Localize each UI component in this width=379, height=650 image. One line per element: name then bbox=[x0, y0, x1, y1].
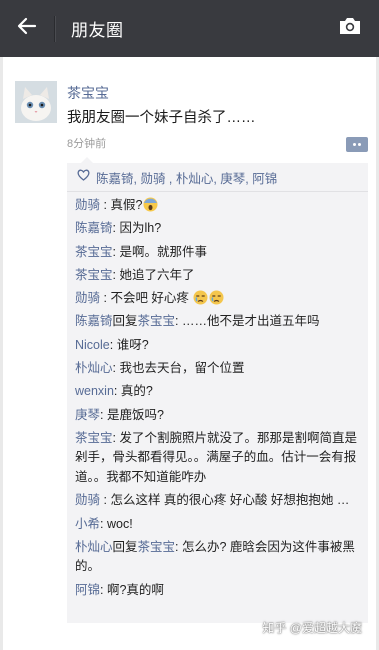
comment-separator: : bbox=[100, 582, 107, 597]
comment-separator: : bbox=[109, 337, 117, 352]
comment-item[interactable]: wenxin: 真的? bbox=[75, 382, 360, 402]
comment-author[interactable]: 庚琴 bbox=[75, 408, 100, 422]
comment-text: 不会吧 好心疼 bbox=[110, 291, 193, 306]
comment-item[interactable]: 茶宝宝: 是啊。就那件事 bbox=[75, 243, 360, 263]
comment-item[interactable]: 朴灿心: 我也去天台，留个位置 bbox=[75, 359, 360, 379]
reply-label: 回复 bbox=[112, 539, 138, 554]
comment-item[interactable]: 庚琴: 是鹿饭吗? bbox=[75, 406, 360, 426]
comment-author[interactable]: wenxin bbox=[75, 384, 114, 398]
comment-text: 因为lh? bbox=[119, 221, 162, 236]
comment-item[interactable]: 茶宝宝: 发了个割腕照片就没了。那那是割啊简直是剁手，骨头都看得见。。满屋子的血… bbox=[75, 429, 360, 488]
comment-item[interactable]: 勋骑 : 不会吧 好心疼 bbox=[75, 289, 360, 309]
watermark: 知乎 @爱超越大魔 bbox=[262, 621, 362, 635]
comment-text: 怎么这样 真的很心疼 好心酸 好想抱抱她 … bbox=[110, 493, 350, 508]
avatar[interactable] bbox=[15, 81, 57, 123]
comment-separator: : bbox=[100, 407, 107, 422]
comment-author[interactable]: 勋骑 bbox=[75, 198, 100, 212]
comment-text: woc! bbox=[106, 516, 133, 531]
comment-author[interactable]: 勋骑 bbox=[75, 291, 100, 305]
comment-section: 陈嘉锜, 勋骑 , 朴灿心, 庚琴, 阿锦 勋骑 : 真假? 陈嘉锜: 因为lh?… bbox=[67, 157, 368, 623]
reply-target[interactable]: 茶宝宝 bbox=[138, 540, 176, 554]
likes-names[interactable]: 陈嘉锜, 勋骑 , 朴灿心, 庚琴, 阿锦 bbox=[96, 168, 277, 187]
comment-separator: : bbox=[113, 384, 121, 399]
page-title: 朋友圈 bbox=[71, 21, 124, 40]
cat-avatar-icon bbox=[15, 81, 57, 123]
comment-text: 啊?真的啊 bbox=[106, 582, 164, 597]
comment-separator: : bbox=[175, 539, 182, 554]
comment-text: 谁呀? bbox=[116, 337, 149, 352]
camera-icon bbox=[338, 16, 362, 41]
comment-item[interactable]: 陈嘉锜: 因为lh? bbox=[75, 219, 360, 239]
comment-item[interactable]: 朴灿心回复茶宝宝: 怎么办? 鹿晗会因为这件事被黑的。 bbox=[75, 538, 360, 577]
topbar-divider bbox=[54, 15, 55, 42]
comment-more-icon bbox=[353, 143, 356, 146]
comment-item[interactable]: 小希: woc! bbox=[75, 515, 360, 535]
comment-item[interactable]: 茶宝宝: 她追了六年了 bbox=[75, 266, 360, 286]
comment-separator: : bbox=[100, 493, 111, 508]
comment-separator: : bbox=[100, 198, 111, 212]
comment-separator: : bbox=[100, 291, 111, 306]
comment-text: 真假? bbox=[110, 198, 143, 212]
crying-emoji-icon bbox=[192, 290, 224, 305]
comment-author[interactable]: 茶宝宝 bbox=[75, 431, 113, 445]
reply-label: 回复 bbox=[112, 314, 138, 329]
top-bar: 朋友圈 bbox=[0, 0, 379, 57]
post-text: 我朋友圈一个妹子自杀了…… bbox=[67, 110, 256, 126]
back-button[interactable] bbox=[0, 0, 54, 57]
comment-item[interactable]: 勋骑 : 真假? bbox=[75, 196, 360, 216]
comment-author[interactable]: 朴灿心 bbox=[75, 540, 113, 554]
comment-author[interactable]: 陈嘉锜 bbox=[75, 314, 113, 328]
comment-item[interactable]: 勋骑 : 怎么这样 真的很心疼 好心酸 好想抱抱她 … bbox=[75, 491, 360, 511]
comment-text: 是啊。就那件事 bbox=[119, 244, 207, 259]
comment-text: 我也去天台，留个位置 bbox=[119, 361, 245, 376]
camera-button[interactable] bbox=[337, 16, 363, 40]
comment-item[interactable]: 阿锦: 啊?真的啊 bbox=[75, 581, 360, 601]
comment-author[interactable]: 陈嘉锜 bbox=[75, 221, 113, 235]
comment-text: 她追了六年了 bbox=[119, 267, 195, 282]
comment-text: ……他不是才出道五年吗 bbox=[182, 314, 320, 329]
back-arrow-icon bbox=[17, 17, 37, 40]
comment-author[interactable]: 茶宝宝 bbox=[75, 245, 113, 259]
comment-author[interactable]: 勋骑 bbox=[75, 493, 100, 507]
reply-target[interactable]: 茶宝宝 bbox=[138, 314, 176, 328]
comment-separator: : bbox=[175, 314, 182, 329]
comment-more-button[interactable] bbox=[346, 137, 368, 152]
post-author[interactable]: 茶宝宝 bbox=[67, 83, 109, 103]
post-time: 8分钟前 bbox=[67, 138, 107, 150]
heart-icon bbox=[77, 168, 90, 186]
comment-separator: : bbox=[100, 516, 107, 531]
comment-author[interactable]: 小希 bbox=[75, 517, 100, 531]
comment-author[interactable]: 朴灿心 bbox=[75, 361, 113, 375]
likes-row: 陈嘉锜, 勋骑 , 朴灿心, 庚琴, 阿锦 bbox=[67, 163, 368, 192]
comment-author[interactable]: 茶宝宝 bbox=[75, 268, 113, 282]
comment-text: 是鹿饭吗? bbox=[106, 407, 164, 422]
comment-author[interactable]: Nicole bbox=[75, 338, 110, 352]
comment-item[interactable]: Nicole: 谁呀? bbox=[75, 336, 360, 356]
moment-post: 茶宝宝 我朋友圈一个妹子自杀了…… 8分钟前 陈嘉锜, 勋骑 , 朴灿心, 庚琴… bbox=[0, 57, 379, 650]
comment-list: 勋骑 : 真假? 陈嘉锜: 因为lh? 茶宝宝: 是啊。就那件事 茶宝宝: 她追了六年… bbox=[67, 192, 368, 600]
comment-item[interactable]: 陈嘉锜回复茶宝宝: ……他不是才出道五年吗 bbox=[75, 312, 360, 332]
comment-author[interactable]: 阿锦 bbox=[75, 583, 100, 597]
scream-emoji-icon bbox=[142, 197, 158, 212]
comment-text: 真的? bbox=[120, 384, 153, 399]
